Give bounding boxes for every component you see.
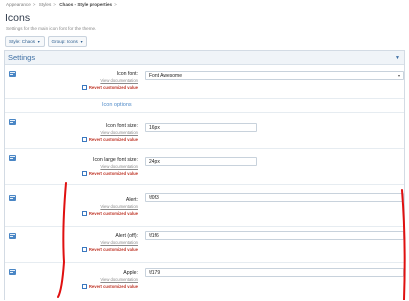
property-row-icon-font: Icon font: View documentation Revert cus… <box>5 65 404 99</box>
panel-header[interactable]: Settings ▼ <box>5 51 404 65</box>
page-title: Icons <box>5 12 31 24</box>
settings-panel: Settings ▼ Icon font: View documentation… <box>4 50 405 300</box>
style-selector-button[interactable]: Style: Chaos ▼ <box>5 36 45 47</box>
view-documentation-link[interactable]: View documentation <box>25 240 138 245</box>
group-selector-label: Group: Icons <box>51 39 78 44</box>
revert-label: Revert customized value <box>88 85 138 90</box>
checkbox-icon[interactable] <box>81 85 87 90</box>
property-label: Icon font: <box>116 71 138 77</box>
style-selector-label: Style: Chaos <box>9 39 36 44</box>
property-label: Apple: <box>123 270 138 276</box>
revert-checkbox[interactable]: Revert customized value <box>25 85 138 90</box>
section-title: Icon options <box>102 102 132 108</box>
section-icon-options: Icon options <box>5 99 404 113</box>
view-documentation-link[interactable]: View documentation <box>25 78 138 83</box>
alert-off-input[interactable]: \f1f6 <box>145 231 404 240</box>
selector-bar: Style: Chaos ▼ Group: Icons ▼ <box>5 36 88 47</box>
chevron-down-icon: ▼ <box>79 39 84 44</box>
property-row-apple: Apple: View documentation Revert customi… <box>5 263 404 301</box>
list-icon[interactable] <box>9 119 16 125</box>
revert-label: Revert customized value <box>88 284 138 289</box>
list-icon[interactable] <box>9 155 16 161</box>
revert-label: Revert customized value <box>88 171 138 176</box>
view-documentation-link[interactable]: View documentation <box>25 204 138 209</box>
checkbox-icon[interactable] <box>81 247 87 252</box>
icon-font-size-input[interactable]: 16px <box>145 123 257 132</box>
caret-down-icon[interactable]: ▼ <box>395 55 400 61</box>
chevron-down-icon: ▾ <box>397 73 400 78</box>
property-row-icon-large-font-size: Icon large font size: View documentation… <box>5 149 404 185</box>
checkbox-icon[interactable] <box>81 211 87 216</box>
revert-label: Revert customized value <box>88 247 138 252</box>
page-description: Settings for the main icon font for the … <box>6 26 97 31</box>
breadcrumb-appearance[interactable]: Appearance <box>6 2 31 7</box>
property-row-alert-off: Alert (off): View documentation Revert c… <box>5 227 404 263</box>
view-documentation-link[interactable]: View documentation <box>25 164 138 169</box>
revert-label: Revert customized value <box>88 137 138 142</box>
list-icon[interactable] <box>9 195 16 201</box>
breadcrumb-styles[interactable]: Styles <box>39 2 52 7</box>
checkbox-icon[interactable] <box>81 284 87 289</box>
view-documentation-link[interactable]: View documentation <box>25 130 138 135</box>
checkbox-icon[interactable] <box>81 171 87 176</box>
property-row-icon-font-size: Icon font size: View documentation Rever… <box>5 113 404 149</box>
breadcrumb-style-properties[interactable]: Chaos - Style properties <box>59 2 112 7</box>
view-documentation-link[interactable]: View documentation <box>25 277 138 282</box>
property-label: Icon font size: <box>105 123 138 129</box>
list-icon[interactable] <box>9 269 16 275</box>
alert-input[interactable]: \f0f3 <box>145 193 404 202</box>
chevron-down-icon: ▼ <box>37 39 41 44</box>
revert-checkbox[interactable]: Revert customized value <box>25 247 138 252</box>
icon-font-value: Font Awesome <box>149 73 182 79</box>
revert-checkbox[interactable]: Revert customized value <box>25 211 138 216</box>
checkbox-icon[interactable] <box>81 137 87 142</box>
revert-label: Revert customized value <box>88 211 138 216</box>
property-label: Alert: <box>125 197 138 203</box>
icon-large-font-size-input[interactable]: 24px <box>145 157 257 166</box>
revert-checkbox[interactable]: Revert customized value <box>25 137 138 142</box>
revert-checkbox[interactable]: Revert customized value <box>25 171 138 176</box>
breadcrumb: Appearance > Styles > Chaos - Style proper… <box>6 2 117 7</box>
property-row-alert: Alert: View documentation Revert customi… <box>5 185 404 227</box>
apple-input[interactable]: \f179 <box>145 268 404 277</box>
panel-title: Settings <box>8 53 36 62</box>
property-label: Icon large font size: <box>93 157 138 163</box>
list-icon[interactable] <box>9 71 16 77</box>
group-selector-button[interactable]: Group: Icons ▼ <box>47 36 88 47</box>
revert-checkbox[interactable]: Revert customized value <box>25 284 138 289</box>
property-label: Alert (off): <box>115 233 138 239</box>
icon-font-select[interactable]: Font Awesome ▾ <box>145 71 404 80</box>
list-icon[interactable] <box>9 233 16 239</box>
